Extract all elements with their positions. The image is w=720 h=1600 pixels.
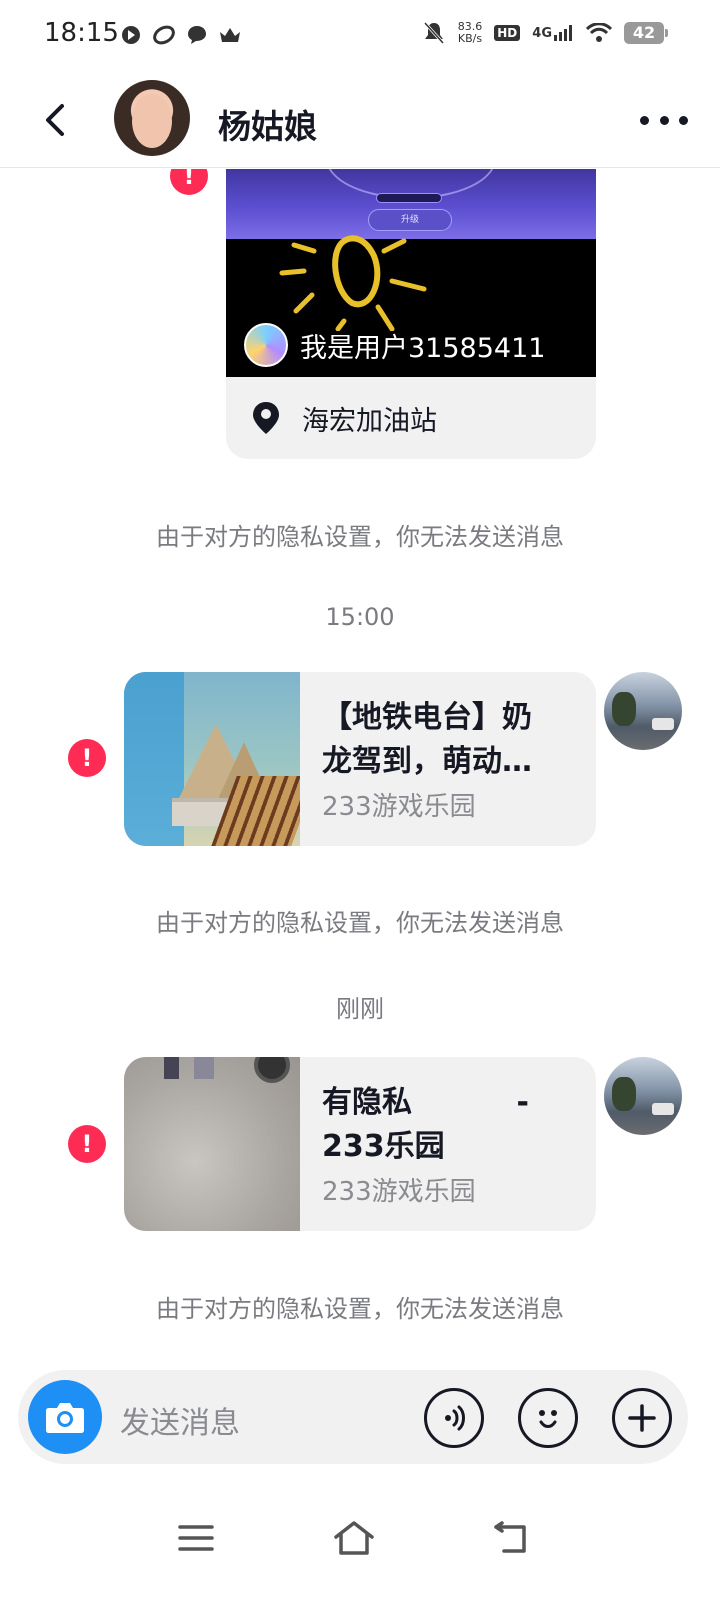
link-title: 有隐私 - 233乐园 [322,1085,529,1164]
link-title: 【地铁电台】奶 龙驾到，萌动… [322,700,532,779]
menu-button[interactable] [166,1508,226,1568]
menu-icon [178,1525,214,1551]
battery-indicator: 42 [624,22,668,44]
crown-icon [220,28,240,42]
back-nav-button[interactable] [480,1508,540,1568]
more-dot-icon [659,115,669,125]
my-avatar[interactable] [604,672,682,750]
smiley-icon [539,1410,557,1428]
privacy-notice: 由于对方的隐私设置，你无法发送消息 [156,523,564,551]
more-dot-icon [679,115,688,125]
mute-bell-icon [423,21,444,45]
camera-button[interactable] [28,1380,102,1454]
time-separator: 刚刚 [336,995,384,1023]
link-share-card[interactable]: 【地铁电台】奶 龙驾到，萌动… 233游戏乐园 [124,672,596,846]
network-type: 4G [532,26,552,41]
chat-area[interactable]: ! 升级 我是用户31585411 海宏加油站 由于对方的隐私设置，你无法发送消… [0,169,720,1395]
link-share-card[interactable]: 有隐私 - 233乐园 233游戏乐园 [124,1057,596,1231]
link-source: 233游戏乐园 [322,792,476,822]
more-options-button[interactable] [640,102,688,138]
net-speed-unit: KB/s [457,32,483,45]
status-bar: 18:15 83.6 KB/s HD 4G 42 [0,0,720,72]
more-tools-button[interactable] [612,1388,672,1448]
contact-name[interactable]: 杨姑娘 [218,100,317,148]
location-row[interactable]: 海宏加油站 [226,377,596,459]
message-icon [188,26,206,44]
author-name: 我是用户31585411 [300,332,546,364]
more-dot-icon [640,115,649,125]
location-name: 海宏加油站 [302,405,437,437]
voice-wave-icon [445,1405,465,1431]
video-frame: 我是用户31585411 [226,235,596,377]
chat-header: 杨姑娘 [0,72,720,168]
link-thumbnail [124,1057,300,1231]
hd-badge: HD [494,25,521,41]
link-source: 233游戏乐园 [322,1177,476,1207]
my-avatar[interactable] [604,1057,682,1135]
video-author: 我是用户31585411 [244,323,545,367]
back-arrow-icon [494,1521,526,1553]
emoji-button[interactable] [518,1388,578,1448]
privacy-notice: 由于对方的隐私设置，你无法发送消息 [156,909,564,937]
back-button[interactable] [36,100,76,140]
cell-signal: 4G [532,25,574,41]
privacy-notice: 由于对方的隐私设置，你无法发送消息 [156,1295,564,1323]
sun-doodle-icon [279,235,427,331]
location-pin-icon [253,402,279,434]
video-share-card[interactable]: 升级 我是用户31585411 海宏加油站 [226,169,596,459]
send-failed-icon[interactable]: ! [68,1125,106,1163]
send-failed-icon[interactable]: ! [170,169,208,195]
wifi-icon [586,23,612,42]
app-notification-icon [153,25,175,45]
contact-avatar[interactable] [114,80,190,156]
status-right: 83.6 KB/s HD 4G 42 [422,20,668,46]
author-avatar [244,323,288,367]
plus-icon [628,1404,656,1432]
link-thumbnail [124,672,300,846]
message-input[interactable]: 发送消息 [120,1398,240,1442]
app-notification-icon [122,26,140,44]
voice-button[interactable] [424,1388,484,1448]
camera-icon [46,1403,84,1433]
chevron-left-icon [46,104,64,136]
net-speed: 83.6 KB/s [458,21,483,45]
home-button[interactable] [324,1508,384,1568]
home-icon [334,1521,374,1555]
signal-bars-icon [554,25,572,41]
system-nav-bar [0,1480,720,1600]
time-separator: 15:00 [325,603,395,631]
send-failed-icon[interactable]: ! [68,739,106,777]
notification-icons [120,24,242,46]
status-time: 18:15 [44,18,119,48]
message-input-bar: 发送消息 [18,1370,688,1464]
